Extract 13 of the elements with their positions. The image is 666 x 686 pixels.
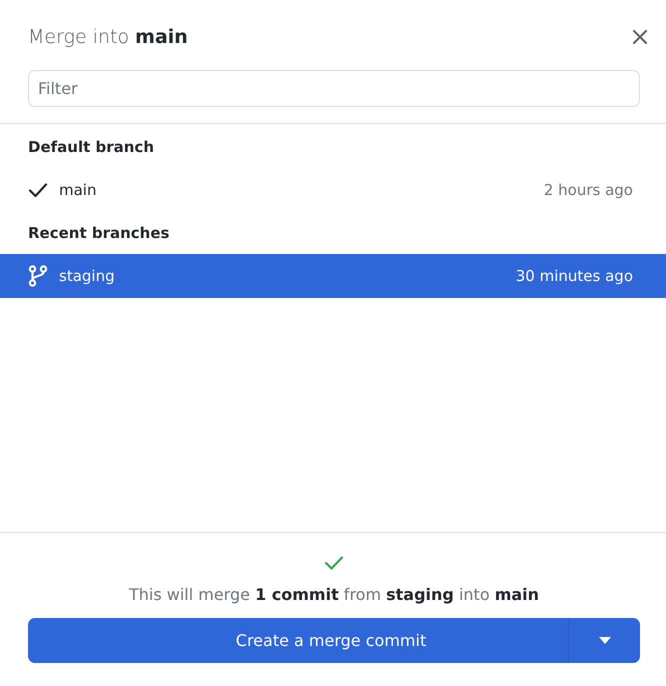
dialog-title: Merge into main <box>28 26 188 48</box>
filter-field[interactable]: Filter <box>28 70 640 107</box>
merge-summary: This will merge 1 commit from staging into main <box>128 585 540 604</box>
close-icon[interactable] <box>632 29 648 45</box>
caret-icon <box>598 637 610 644</box>
check-icon <box>28 182 48 198</box>
branch-item[interactable]: staging 30 minutes ago <box>0 254 666 298</box>
group-heading: Default branch <box>28 138 154 156</box>
branch-icon <box>28 265 48 287</box>
branch-item[interactable]: main 2 hours ago <box>0 168 666 212</box>
group-heading: Recent branches <box>28 224 170 242</box>
merge-button[interactable]: Create a merge commit <box>28 618 568 663</box>
check-icon <box>324 555 344 571</box>
